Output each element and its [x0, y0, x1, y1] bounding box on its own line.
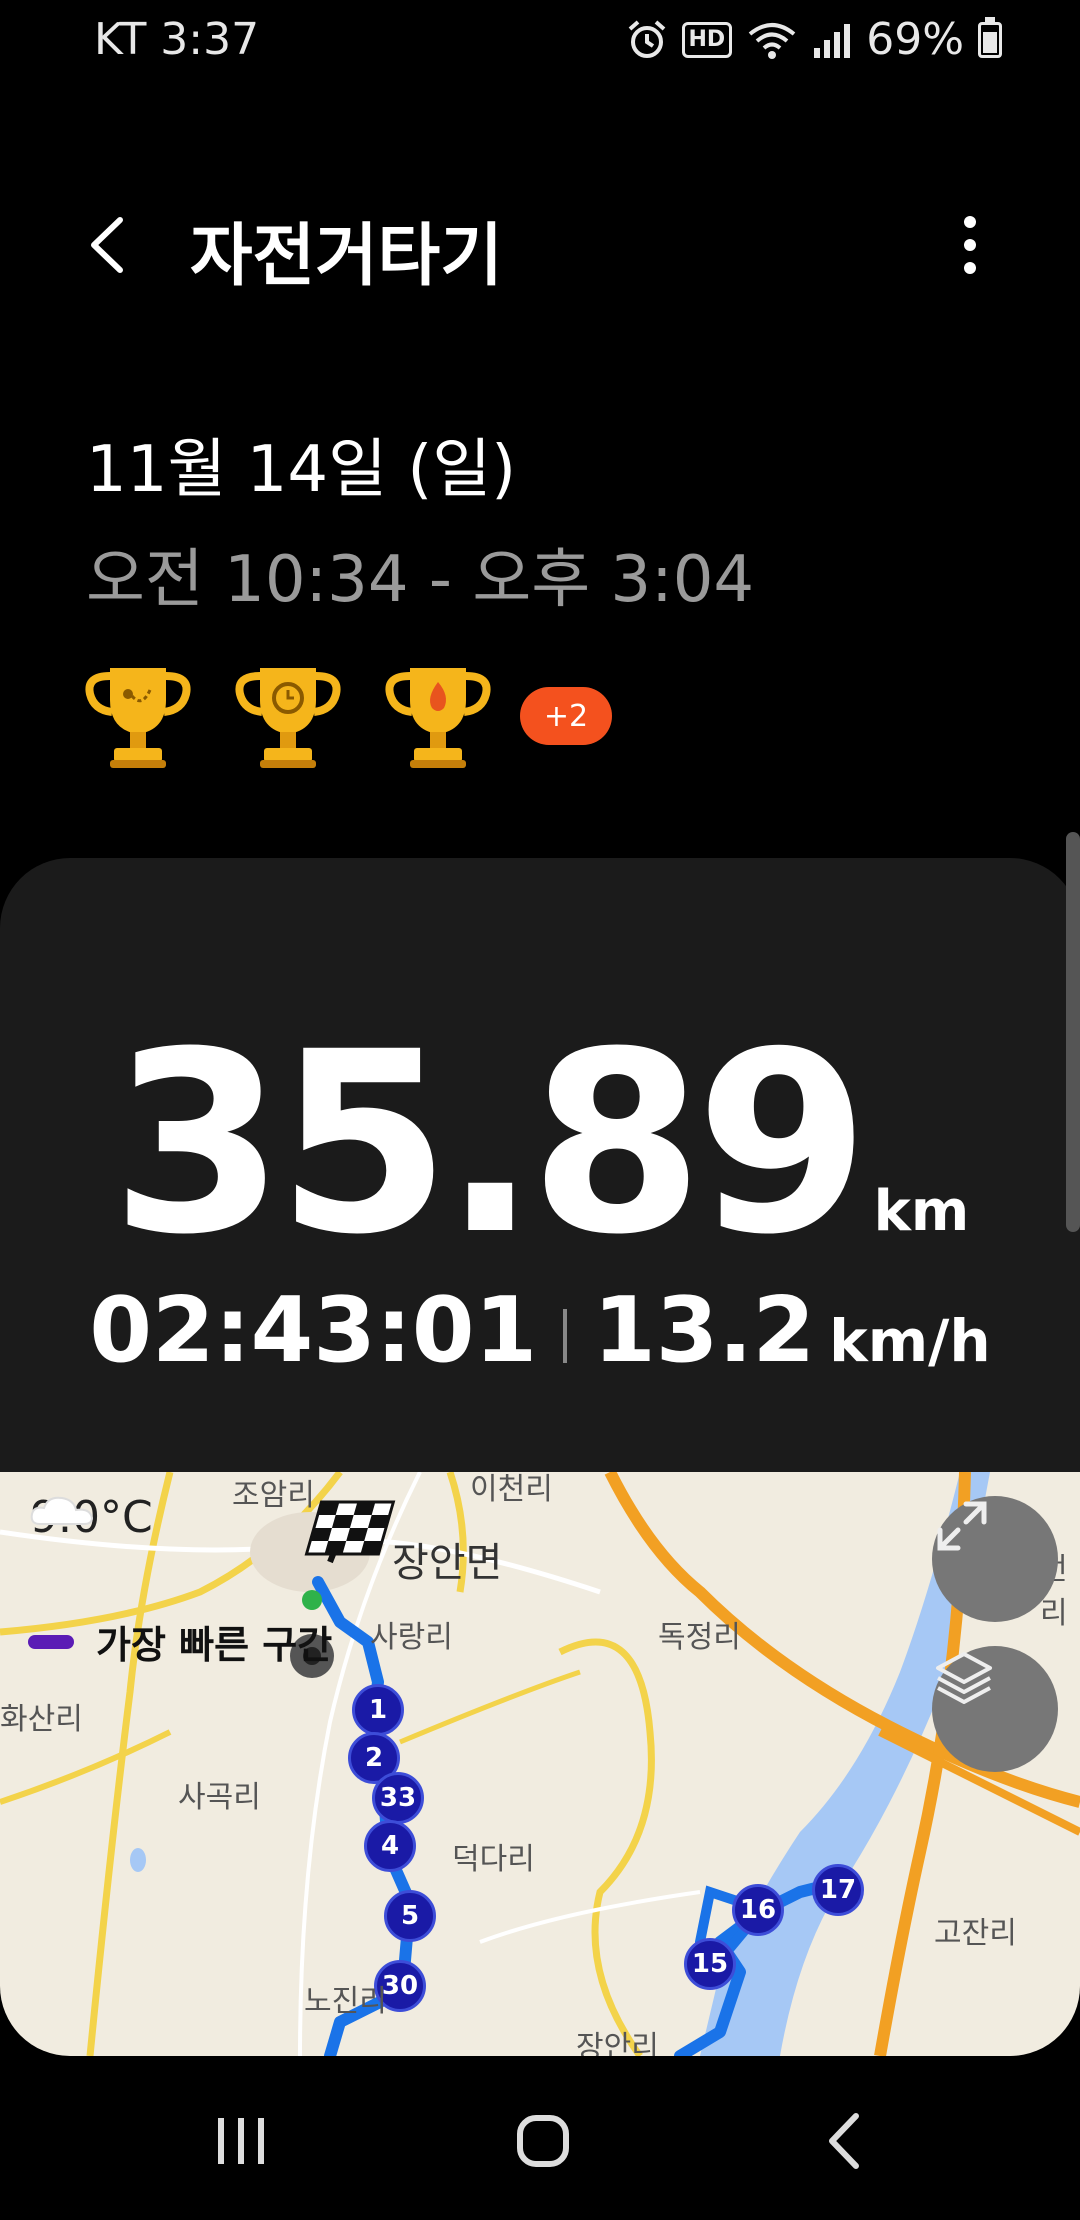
- place-label: 조암리: [232, 1478, 315, 1513]
- place-label: 독정리: [658, 1620, 741, 1655]
- place-label: 장안리: [576, 2030, 659, 2056]
- fastest-segment-swatch: [28, 1634, 74, 1649]
- status-icons: HD 69%: [626, 14, 1002, 65]
- route-map[interactable]: 1 2 33 4 5 30 16 17 15 조암리 이천리 장안면 사랑리 독…: [0, 1472, 1080, 2056]
- legend-label: 가장 빠른 구간: [96, 1623, 333, 1667]
- duration-speed-row: 02:43:01 13.2 km/h: [0, 1278, 1080, 1383]
- expand-map-button[interactable]: [932, 1496, 1058, 1622]
- workout-date: 11월 14일 (일): [86, 433, 517, 507]
- alarm-icon: [628, 19, 665, 58]
- place-label: 화산리: [0, 1702, 83, 1737]
- summary-card: 35.89 km 02:43:01 13.2 km/h: [0, 858, 1080, 1498]
- distance-unit: km: [873, 1179, 970, 1244]
- split-marker[interactable]: 15: [684, 1938, 736, 1990]
- scrollbar[interactable]: [1066, 832, 1080, 1232]
- trophy-distance-icon[interactable]: [80, 660, 196, 772]
- map-legend: 가장 빠른 구간: [28, 1614, 332, 1669]
- app-header: 자전거타기: [0, 190, 1080, 300]
- cloud-icon: [30, 1496, 94, 1525]
- achievement-trophies[interactable]: +2: [80, 660, 612, 772]
- place-label: 덕다리: [452, 1842, 535, 1877]
- map-layers-button[interactable]: [932, 1646, 1058, 1772]
- more-vert-icon[interactable]: [940, 210, 1000, 280]
- split-marker[interactable]: 33: [372, 1772, 424, 1824]
- back-arrow-icon[interactable]: [80, 210, 140, 280]
- battery-icon: [978, 16, 1002, 58]
- system-nav-bar: [0, 2056, 1080, 2220]
- distance-value: 35.89: [110, 998, 870, 1289]
- distance-display: 35.89 km: [0, 998, 1080, 1289]
- status-carrier-time: KT 3:37: [94, 14, 260, 65]
- back-nav-icon[interactable]: [800, 2096, 890, 2186]
- more-achievements-badge[interactable]: +2: [520, 687, 612, 745]
- place-label: 고잔리: [934, 1916, 1017, 1951]
- expand-icon: [937, 1501, 987, 1551]
- place-label: 이천리: [470, 1472, 553, 1507]
- layers-icon: [936, 1652, 992, 1704]
- speed-value: 13.2: [593, 1278, 816, 1383]
- trophy-duration-icon[interactable]: [230, 660, 346, 772]
- split-marker[interactable]: 4: [364, 1820, 416, 1872]
- split-marker[interactable]: 17: [812, 1864, 864, 1916]
- signal-icon: [814, 23, 851, 58]
- trophy-calorie-icon[interactable]: [380, 660, 496, 772]
- speed-unit: km/h: [829, 1307, 991, 1375]
- place-label: 노진리: [304, 1984, 387, 2019]
- page-title: 자전거타기: [190, 217, 503, 296]
- stat-divider: [563, 1309, 568, 1364]
- status-bar: KT 3:37 HD 69%: [0, 0, 1080, 80]
- workout-time-range: 오전 10:34 - 오후 3:04: [86, 543, 755, 617]
- map-roads: [0, 1472, 1080, 2056]
- finish-flag-icon: [304, 1500, 396, 1564]
- home-icon[interactable]: [498, 2096, 588, 2186]
- hd-badge: HD: [681, 21, 733, 58]
- split-marker[interactable]: 5: [384, 1890, 436, 1942]
- place-label: 장안면: [392, 1540, 503, 1586]
- battery-percent: 69%: [866, 14, 964, 65]
- split-marker[interactable]: 1: [352, 1684, 404, 1736]
- weather-temperature: 9.0°C: [30, 1492, 153, 1543]
- duration-value: 02:43:01: [89, 1278, 538, 1383]
- recents-icon[interactable]: [196, 2096, 286, 2186]
- wifi-icon: [748, 22, 796, 59]
- place-label: 사곡리: [178, 1780, 261, 1815]
- place-label: 사랑리: [370, 1620, 453, 1655]
- split-marker[interactable]: 16: [732, 1884, 784, 1936]
